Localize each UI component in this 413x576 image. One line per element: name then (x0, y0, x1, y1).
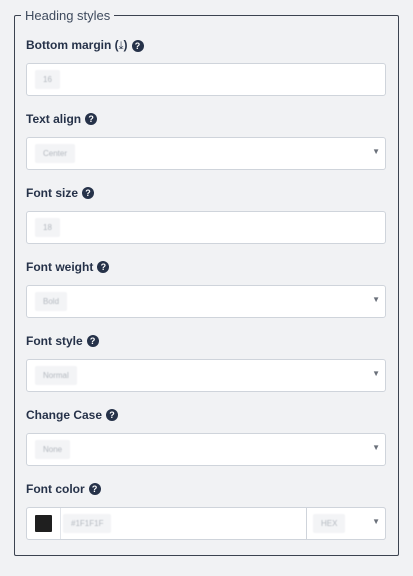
question-circle-icon[interactable]: ? (106, 409, 119, 421)
change-case-label: Change Case ? (26, 408, 119, 422)
font-style-label: Font style ? (26, 334, 99, 348)
font-weight-select[interactable]: Bold ▼ (26, 285, 386, 318)
font-style-select[interactable]: Normal ▼ (26, 359, 386, 392)
change-case-select[interactable]: None ▼ (26, 433, 386, 466)
chevron-down-icon: ▼ (372, 443, 380, 452)
chevron-down-icon: ▼ (372, 295, 380, 304)
chevron-down-icon: ▼ (372, 369, 380, 378)
color-swatch (35, 515, 52, 532)
text-align-label: Text align ? (26, 112, 98, 126)
chevron-down-icon: ▼ (372, 517, 380, 526)
font-size-label: Font size ? (26, 186, 95, 200)
question-circle-icon[interactable]: ? (85, 113, 98, 125)
color-hex-value[interactable]: #1F1F1F (63, 514, 112, 533)
arrow-down-circle-icon: ⤓ (118, 40, 124, 52)
question-circle-icon[interactable]: ? (88, 483, 101, 495)
question-circle-icon[interactable]: ? (131, 39, 144, 52)
bottom-margin-input[interactable]: 16 (26, 63, 386, 96)
color-swatch-button[interactable] (27, 508, 61, 539)
font-size-input[interactable]: 18 (26, 211, 386, 244)
font-color-input[interactable]: #1F1F1F HEX ▼ (26, 507, 386, 540)
question-circle-icon[interactable]: ? (86, 335, 99, 347)
section-legend: Heading styles (25, 8, 111, 23)
question-circle-icon[interactable]: ? (97, 261, 110, 273)
color-format-select[interactable]: HEX ▼ (306, 507, 386, 540)
text-align-select[interactable]: Center ▼ (26, 137, 386, 170)
font-weight-label: Font weight ? (26, 260, 110, 274)
question-circle-icon[interactable]: ? (82, 187, 95, 199)
bottom-margin-label: Bottom margin (⤓) ? (26, 38, 144, 53)
chevron-down-icon: ▼ (372, 147, 380, 156)
font-color-label: Font color ? (26, 482, 101, 496)
